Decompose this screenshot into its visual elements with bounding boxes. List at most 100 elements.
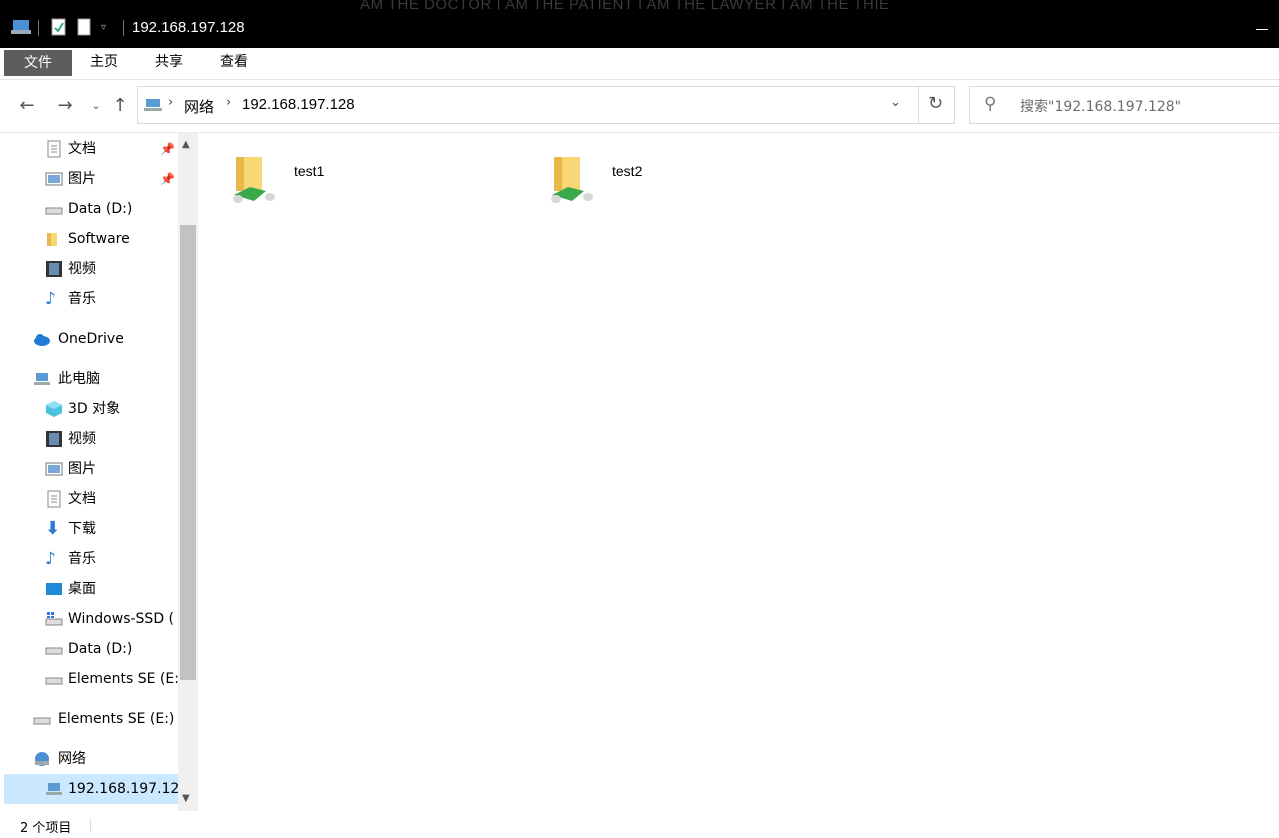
- sidebar-item-this-pc[interactable]: 此电脑: [0, 364, 178, 394]
- music-icon: ♪: [45, 549, 56, 569]
- search-box[interactable]: ⚲ 搜索"192.168.197.128": [969, 86, 1279, 124]
- sidebar-item-data-drive-pc[interactable]: Data (D:): [0, 634, 178, 664]
- recent-chevron-icon[interactable]: ⌄: [84, 94, 108, 118]
- address-box[interactable]: › 网络 › 192.168.197.128 ⌄ ↻: [137, 86, 955, 124]
- sidebar-item-videos[interactable]: 视频: [0, 254, 178, 284]
- shared-folder-item[interactable]: test1: [224, 143, 384, 203]
- new-folder-icon[interactable]: [76, 18, 92, 36]
- computer-icon: [46, 783, 62, 795]
- tab-home[interactable]: 主页: [72, 48, 136, 76]
- sidebar-item-label: 文档: [68, 491, 96, 507]
- shared-folder-icon: [551, 157, 593, 203]
- sidebar-item-pictures-pinned[interactable]: 图片 📌: [0, 164, 178, 194]
- sidebar-item-documents-pinned[interactable]: 文档 📌: [0, 134, 178, 164]
- sidebar-item-label: 网络: [58, 751, 86, 767]
- file-view: test1 test2: [200, 133, 1279, 811]
- window-title: 192.168.197.128: [132, 19, 245, 36]
- sidebar-item-label: Data (D:): [68, 641, 133, 657]
- network-icon: [35, 752, 49, 766]
- scrollbar-thumb[interactable]: [180, 225, 196, 680]
- item-count: 2 个项目: [20, 821, 72, 836]
- download-icon: ⬇: [45, 518, 61, 539]
- drive-icon: [45, 207, 63, 215]
- sidebar-item-label: 视频: [68, 261, 96, 277]
- network-computer-icon: [144, 99, 162, 111]
- sidebar-item-label: Elements SE (E:): [68, 671, 185, 687]
- picture-icon: [45, 172, 63, 186]
- breadcrumb-network[interactable]: 网络: [184, 96, 214, 117]
- sidebar-item-label: OneDrive: [58, 331, 124, 347]
- sidebar-item-label: Data (D:): [68, 201, 133, 217]
- drive-icon: [45, 647, 63, 655]
- forward-arrow-icon[interactable]: →: [53, 94, 77, 118]
- status-bar: 2 个项目: [0, 812, 1279, 838]
- navigation-bar: ← → ⌄ ↑ › 网络 › 192.168.197.128 ⌄ ↻ ⚲ 搜索"…: [0, 80, 1279, 133]
- sidebar-item-music[interactable]: ♪ 音乐: [0, 284, 178, 314]
- computer-icon: [34, 373, 50, 385]
- search-input[interactable]: 搜索"192.168.197.128": [1020, 96, 1181, 116]
- sidebar-item-3d-objects[interactable]: 3D 对象: [0, 394, 178, 424]
- sidebar-item-label: Elements SE (E:): [58, 711, 175, 727]
- sidebar-item-label: 图片: [68, 171, 96, 187]
- pin-icon[interactable]: 📌: [160, 164, 175, 194]
- sidebar-item-label: 下载: [68, 521, 96, 537]
- sidebar-item-network[interactable]: 网络: [0, 744, 178, 774]
- sidebar-item-videos-pc[interactable]: 视频: [0, 424, 178, 454]
- sidebar-item-elements-drive[interactable]: Elements SE (E:): [0, 704, 178, 734]
- sidebar-item-label: 音乐: [68, 551, 96, 567]
- address-dropdown-icon[interactable]: ⌄: [890, 95, 901, 110]
- video-icon: [46, 261, 62, 277]
- customize-toolbar-icon[interactable]: ▿: [101, 22, 106, 33]
- sidebar-item-onedrive[interactable]: OneDrive: [0, 324, 178, 354]
- shared-folder-item[interactable]: test2: [542, 143, 702, 203]
- sidebar-item-desktop[interactable]: 桌面: [0, 574, 178, 604]
- sidebar-item-label: 音乐: [68, 291, 96, 307]
- sidebar-item-data-drive[interactable]: Data (D:): [0, 194, 178, 224]
- drive-icon: [33, 717, 51, 725]
- windows-drive-icon: [45, 612, 63, 626]
- sidebar-item-pictures-pc[interactable]: 图片: [0, 454, 178, 484]
- sidebar-item-music-pc[interactable]: ♪ 音乐: [0, 544, 178, 574]
- document-icon: [47, 490, 61, 508]
- shared-folder-icon: [233, 157, 275, 203]
- sidebar-item-software[interactable]: Software: [0, 224, 178, 254]
- scroll-up-icon[interactable]: ▲: [182, 139, 190, 150]
- scroll-down-icon[interactable]: ▼: [182, 793, 190, 804]
- tab-view[interactable]: 查看: [202, 48, 266, 76]
- sidebar-item-host[interactable]: 192.168.197.128: [4, 774, 188, 804]
- sidebar-item-label: 桌面: [68, 581, 96, 597]
- sidebar-item-label: Windows-SSD (: [68, 611, 175, 627]
- sidebar-item-label: Software: [68, 231, 130, 247]
- pin-icon[interactable]: 📌: [160, 134, 175, 164]
- breadcrumb-host[interactable]: 192.168.197.128: [242, 96, 355, 113]
- search-icon: ⚲: [984, 94, 997, 114]
- back-arrow-icon[interactable]: ←: [15, 94, 39, 118]
- picture-icon: [45, 462, 63, 476]
- cube-icon: [46, 401, 62, 417]
- properties-icon[interactable]: [50, 18, 68, 36]
- sidebar-item-label: 3D 对象: [68, 401, 121, 417]
- explorer-icon: [11, 20, 31, 34]
- sidebar-item-downloads[interactable]: ⬇ 下载: [0, 514, 178, 544]
- tab-share[interactable]: 共享: [137, 48, 201, 76]
- refresh-icon[interactable]: ↻: [928, 93, 943, 114]
- breadcrumb-separator-icon: ›: [168, 95, 174, 110]
- background-text: AM THE DOCTOR I AM THE PATIENT I AM THE …: [360, 0, 890, 13]
- tab-file[interactable]: 文件: [4, 50, 72, 76]
- folder-icon: [47, 233, 57, 246]
- navigation-pane: 文档 📌 图片 📌 Data (D:) Software 视频 ♪ 音乐 One…: [0, 133, 200, 811]
- sidebar-item-label: 此电脑: [58, 371, 100, 387]
- sidebar-item-label: 文档: [68, 141, 96, 157]
- music-icon: ♪: [45, 289, 56, 309]
- up-arrow-icon[interactable]: ↑: [108, 94, 132, 118]
- sidebar-item-documents-pc[interactable]: 文档: [0, 484, 178, 514]
- folder-name: test2: [612, 163, 643, 179]
- sidebar-item-elements-drive-pc[interactable]: Elements SE (E:): [0, 664, 184, 694]
- document-icon: [47, 140, 61, 158]
- sidebar-item-label: 视频: [68, 431, 96, 447]
- sidebar-item-label: 图片: [68, 461, 96, 477]
- sidebar-item-windows-ssd[interactable]: Windows-SSD (: [0, 604, 178, 634]
- sidebar-scrollbar[interactable]: ▲ ▼: [178, 133, 198, 811]
- ribbon: 文件 主页 共享 查看: [0, 48, 1279, 80]
- minimize-button[interactable]: [1256, 29, 1268, 30]
